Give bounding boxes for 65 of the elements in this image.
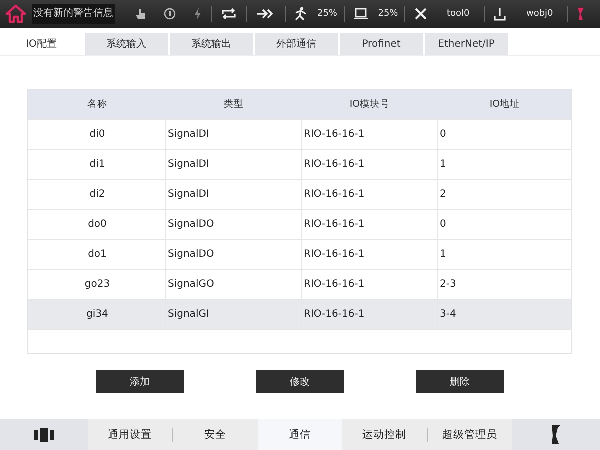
speed-value: 25%: [317, 9, 338, 19]
lightning-icon[interactable]: [194, 8, 202, 20]
arrow-icon[interactable]: [256, 8, 276, 20]
nav-tab[interactable]: 超级管理员: [428, 419, 512, 450]
panels-icon[interactable]: [0, 419, 88, 450]
table-cell: RIO-16-16-1: [301, 180, 437, 209]
nav-tab[interactable]: 通信: [258, 419, 342, 450]
table-row[interactable]: gi34 SignalGI RIO-16-16-1 3-4: [28, 300, 571, 330]
column-header: IO模块号: [348, 98, 392, 112]
laptop-icon[interactable]: [353, 8, 370, 20]
work-object-name: wobj0: [526, 9, 554, 19]
walking-person-icon[interactable]: [294, 7, 308, 21]
load-value: 25%: [378, 9, 398, 19]
table-cell: SignalDI: [165, 120, 301, 149]
table-cell: RIO-16-16-1: [301, 300, 437, 329]
table-row[interactable]: do0 SignalDO RIO-16-16-1 0: [28, 210, 571, 240]
table-cell: 2: [437, 180, 571, 209]
circle-icon[interactable]: [164, 8, 176, 20]
table-cell-text: di0: [88, 128, 106, 142]
table-cell-text: di2: [88, 188, 106, 202]
table-cell: SignalDO: [165, 210, 301, 239]
table-cell: 1: [437, 150, 571, 179]
table-cell: 1: [437, 240, 571, 269]
tool-name: tool0: [446, 9, 470, 19]
table-cell-text: do0: [87, 218, 108, 232]
table-cell: RIO-16-16-1: [301, 150, 437, 179]
column-header: 名称: [86, 98, 108, 112]
table-row[interactable]: di1 SignalDI RIO-16-16-1 1: [28, 150, 571, 180]
action-button[interactable]: 添加: [96, 370, 184, 393]
table-cell: SignalDI: [165, 180, 301, 209]
work-object-icon[interactable]: [493, 7, 508, 21]
table-cell: 0: [437, 210, 571, 239]
nav-tab[interactable]: 运动控制: [342, 419, 427, 450]
table-row[interactable]: di0 SignalDI RIO-16-16-1 0: [28, 120, 571, 150]
table-cell: RIO-16-16-1: [301, 210, 437, 239]
hand-icon[interactable]: [136, 8, 146, 20]
table-cell-text: gi34: [86, 308, 110, 322]
table-row[interactable]: do1 SignalDO RIO-16-16-1 1: [28, 240, 571, 270]
tab[interactable]: Profinet: [340, 33, 423, 55]
tab[interactable]: EtherNet/IP: [425, 33, 508, 55]
tab[interactable]: 外部通信: [255, 33, 338, 55]
table-cell-text: go23: [84, 278, 112, 292]
nav-tab[interactable]: 通用设置: [88, 419, 172, 450]
nav-tab[interactable]: 安全: [173, 419, 258, 450]
tab[interactable]: 系统输入: [85, 33, 168, 55]
table-cell: RIO-16-16-1: [301, 120, 437, 149]
table-cell: SignalGO: [165, 270, 301, 299]
table-row[interactable]: di2 SignalDI RIO-16-16-1 2: [28, 180, 571, 210]
table-cell: SignalGI: [165, 300, 301, 329]
action-button[interactable]: 删除: [416, 370, 504, 393]
table-cell: SignalDO: [165, 240, 301, 269]
alarm-message[interactable]: 没有新的警告信息: [32, 4, 116, 24]
table-cell: 0: [437, 120, 571, 149]
table-cell: SignalDI: [165, 150, 301, 179]
table-cell: 2-3: [437, 270, 571, 299]
column-header: 类型: [223, 98, 245, 112]
action-button[interactable]: 修改: [256, 370, 344, 393]
column-header: IO地址: [488, 98, 522, 112]
table-cell-text: do1: [87, 248, 108, 262]
table-cell: RIO-16-16-1: [301, 240, 437, 269]
table-cell: RIO-16-16-1: [301, 270, 437, 299]
table-cell-text: di1: [88, 158, 106, 172]
repeat-icon[interactable]: [221, 8, 238, 20]
tab[interactable]: 系统输出: [170, 33, 253, 55]
table-cell: 3-4: [437, 300, 571, 329]
